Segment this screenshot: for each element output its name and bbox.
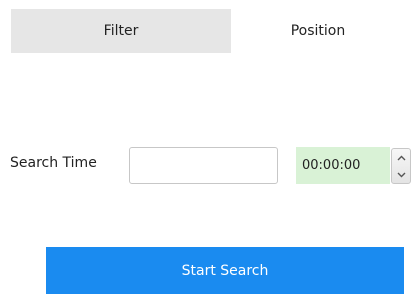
time-spinbox: [391, 148, 411, 184]
search-time-date-input[interactable]: [129, 147, 278, 184]
start-search-label: Start Search: [181, 262, 269, 279]
tab-filter-label: Filter: [103, 23, 139, 39]
start-search-button[interactable]: Start Search: [46, 247, 404, 294]
tab-position[interactable]: Position: [231, 9, 405, 53]
chevron-down-icon[interactable]: [392, 166, 410, 183]
chevron-up-icon[interactable]: [392, 149, 410, 166]
tab-position-label: Position: [290, 23, 346, 39]
time-value: 00:00:00: [302, 158, 361, 173]
search-time-label: Search Time: [10, 155, 97, 171]
search-panel: Filter Position Search Time 00:00:00 Sta…: [0, 0, 414, 296]
search-time-time-field[interactable]: 00:00:00: [296, 147, 390, 184]
tab-filter[interactable]: Filter: [11, 9, 231, 53]
